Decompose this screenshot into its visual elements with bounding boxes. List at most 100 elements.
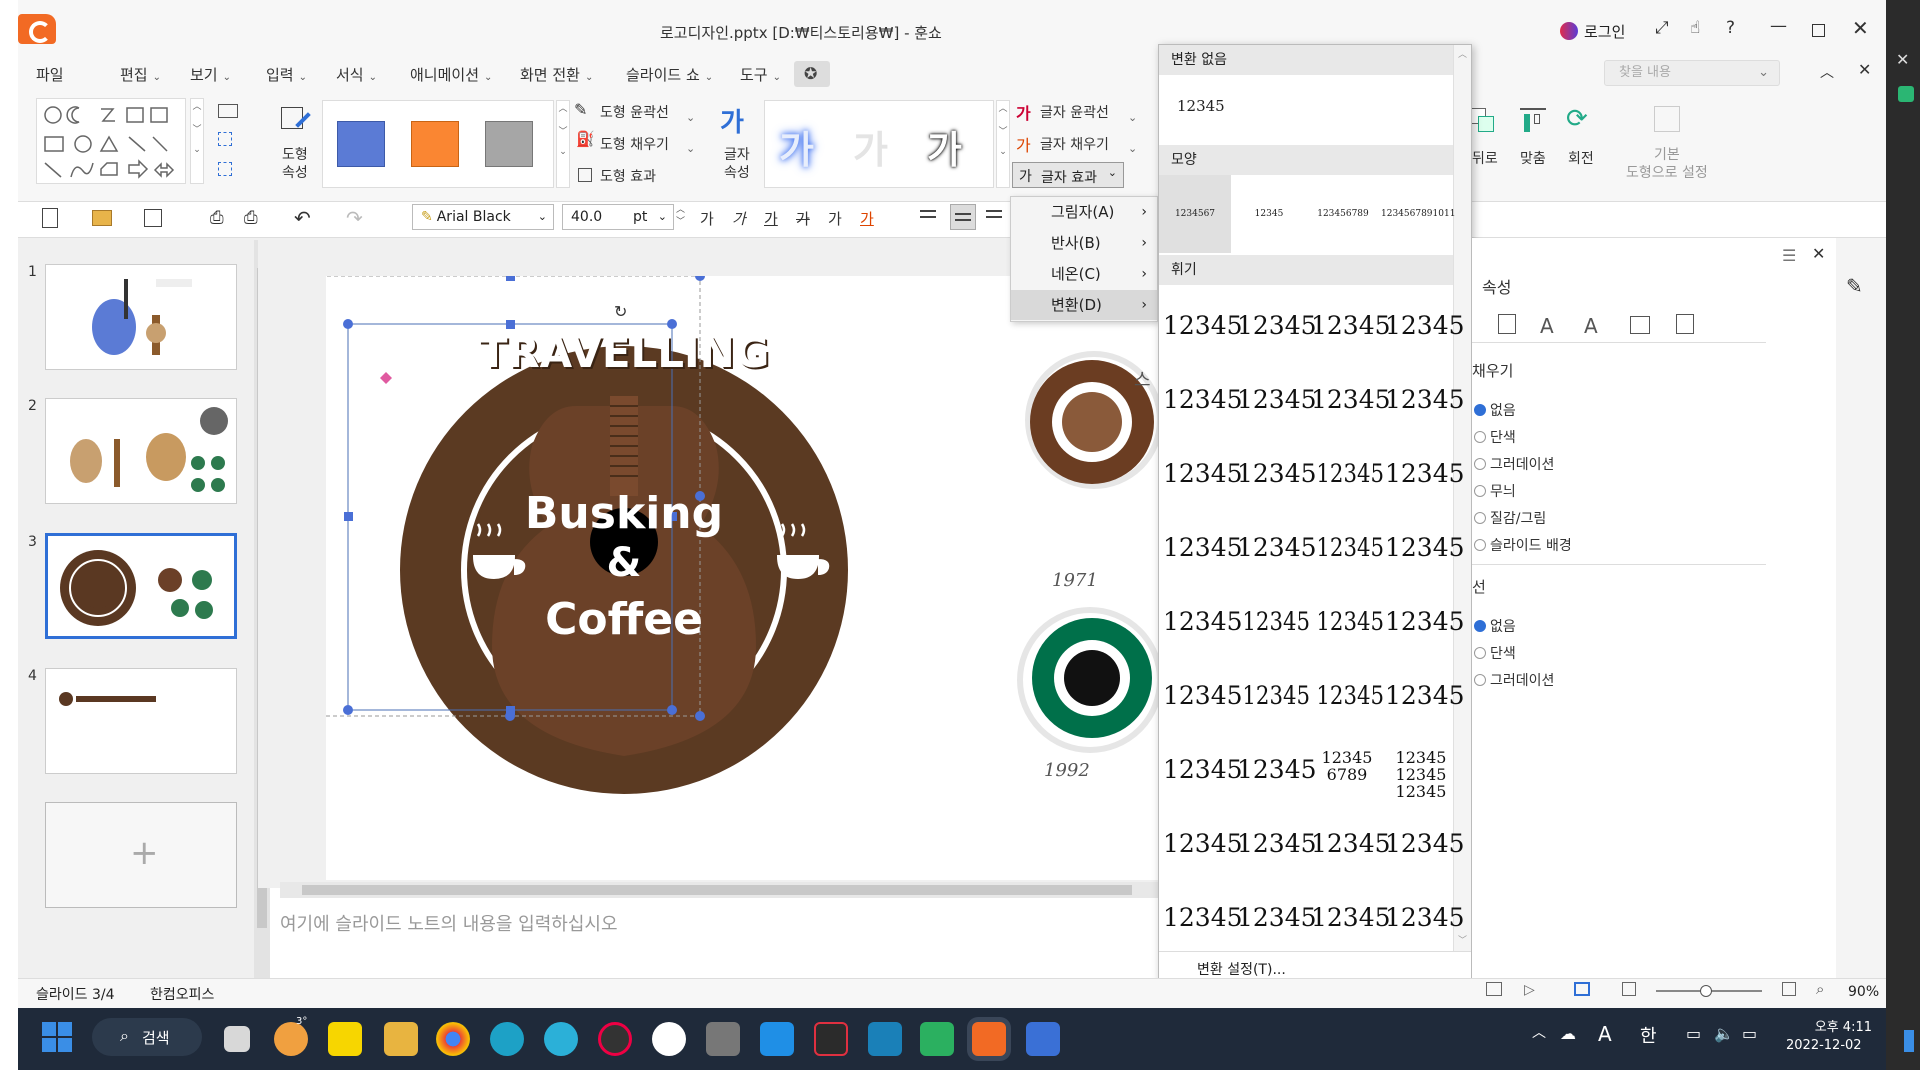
weather-icon[interactable]: 3° — [274, 1016, 308, 1056]
warp-transform-option[interactable]: 12345 — [1237, 883, 1317, 953]
text-tab-icon[interactable]: A — [1540, 314, 1554, 338]
tray-chevron-icon[interactable]: ︿ — [1532, 1022, 1546, 1042]
line-radio[interactable] — [1474, 674, 1486, 686]
warp-transform-option[interactable]: 12345 — [1385, 439, 1465, 509]
minimize-icon[interactable]: — — [1770, 16, 1787, 36]
notepad-icon[interactable] — [1026, 1022, 1060, 1056]
text-outline-button[interactable]: 글자 윤곽선 — [1040, 102, 1109, 122]
clock-time[interactable]: 오후 4:11 — [1800, 1016, 1872, 1035]
fullscreen-icon[interactable]: ⤢ — [1655, 18, 1669, 38]
align-right-icon[interactable] — [986, 208, 1008, 226]
shape-dd-arrows[interactable]: ⌄ ⌄ — [686, 102, 695, 164]
menu-6[interactable]: 화면 전환 ⌄ — [520, 64, 593, 85]
warp-transform-option[interactable]: 12345 — [1385, 587, 1465, 657]
shape-transform-option[interactable]: 123456789 — [1307, 175, 1379, 253]
menu-5[interactable]: 애니메이션 ⌄ — [410, 64, 492, 85]
fill-radio[interactable] — [1474, 431, 1486, 443]
login-button[interactable]: 로그인 — [1584, 21, 1625, 42]
shape-style-scroll[interactable]: ︿ ﹀ ⌄ — [556, 100, 570, 188]
fill-option-label[interactable]: 없음 — [1490, 400, 1516, 420]
warp-transform-option[interactable]: 12345 — [1385, 365, 1465, 435]
warp-transform-option[interactable]: 12345 — [1385, 661, 1465, 731]
shape-style-gallery[interactable] — [322, 100, 554, 188]
warp-transform-option[interactable]: 12345 — [1311, 291, 1391, 361]
logo-title-travelling[interactable]: TRAVELLING — [372, 328, 876, 377]
fill-option-label[interactable]: 질감/그림 — [1490, 508, 1546, 528]
wordart-gallery[interactable]: 가 가 가 — [764, 100, 994, 188]
fill-tab-icon[interactable] — [1498, 314, 1516, 334]
onedrive-icon[interactable]: ☁ — [1560, 1024, 1576, 1043]
close-doc-icon[interactable]: ✕ — [1858, 60, 1871, 79]
file-explorer-icon[interactable] — [384, 1022, 418, 1056]
warp-transform-option[interactable]: 12345 — [1316, 439, 1384, 509]
restore-icon[interactable] — [1812, 24, 1825, 37]
style-orange[interactable] — [411, 121, 459, 167]
warp-transform-option[interactable]: 12345 — [1237, 365, 1317, 435]
warp-transform-option[interactable]: 12345 — [1316, 587, 1384, 657]
wordart-scroll[interactable]: ︿ ﹀ ⌄ — [996, 100, 1010, 188]
warp-transform-option[interactable]: 12345 — [1316, 661, 1384, 731]
save-icon[interactable] — [144, 209, 162, 227]
normal-view-icon[interactable] — [1486, 982, 1502, 996]
no-transform-option[interactable]: 12345 — [1159, 75, 1453, 143]
default-shape-button[interactable]: 기본 도형으로 설정 — [1626, 146, 1708, 182]
font-tab-icon[interactable]: A — [1584, 314, 1598, 338]
fill-radio[interactable] — [1474, 512, 1486, 524]
menu-1[interactable]: 편집 ⌄ — [120, 64, 161, 85]
font-size-spinner[interactable]: ︿ ﹀ — [676, 204, 685, 228]
warp-transform-option[interactable]: 12345 — [1163, 809, 1243, 879]
logo-text-busking[interactable]: Busking — [372, 488, 876, 539]
align-left-icon[interactable] — [920, 208, 942, 226]
windows-start-icon[interactable] — [42, 1022, 72, 1052]
menu-reflection[interactable]: 반사(B) › — [1011, 228, 1157, 258]
menu-4[interactable]: 서식 ⌄ — [336, 64, 377, 85]
wordart-dark[interactable]: 가 — [927, 119, 962, 174]
unity-icon[interactable] — [706, 1022, 740, 1056]
hancom-writer-icon[interactable] — [868, 1022, 902, 1056]
hand-icon[interactable]: ☝ — [1690, 18, 1700, 38]
warp-transform-option[interactable]: 12345 — [1311, 809, 1391, 879]
text-dd-arrows[interactable]: ⌄ ⌄ — [1128, 102, 1137, 164]
warp-transform-option[interactable]: 12345 — [1163, 883, 1243, 953]
extra-tools-button[interactable]: ✪ — [794, 61, 830, 87]
undo-icon[interactable]: ↶ — [294, 206, 311, 230]
slideshow-view-icon[interactable]: ▷ — [1524, 982, 1535, 998]
menu-8[interactable]: 도구 ⌄ — [740, 64, 781, 85]
font-family-select[interactable]: ✎ Arial Black ⌄ — [412, 204, 554, 230]
kakaotalk-icon[interactable] — [328, 1022, 362, 1056]
edge-icon[interactable] — [490, 1022, 524, 1056]
warp-transform-option[interactable]: 12345 6789 — [1311, 735, 1383, 805]
warp-transform-option[interactable]: 12345 — [1237, 439, 1317, 509]
shadow-button[interactable]: 가 — [828, 208, 842, 229]
chrome-icon[interactable] — [436, 1022, 470, 1056]
arrange-tools[interactable] — [210, 98, 258, 184]
wordart-neon[interactable]: 가 — [779, 119, 814, 174]
bold-button[interactable]: 가 — [700, 208, 714, 229]
panel-menu-icon[interactable]: ☰ — [1782, 246, 1796, 265]
slide-thumbnail-4[interactable] — [45, 668, 237, 774]
panel-toggle-icon[interactable]: ✎ — [1846, 274, 1863, 298]
fill-radio[interactable] — [1474, 485, 1486, 497]
shape-props-icon[interactable] — [278, 104, 314, 140]
ime-indicator[interactable]: A — [1598, 1022, 1612, 1046]
taskbar-search[interactable]: ⌕ 검색 — [92, 1018, 202, 1056]
fill-option-label[interactable]: 슬라이드 배경 — [1490, 535, 1572, 555]
slide-thumbnail-1[interactable] — [45, 264, 237, 370]
swift-icon[interactable] — [544, 1022, 578, 1056]
shape-transform-option[interactable]: 12345 — [1233, 175, 1305, 253]
warp-transform-option[interactable]: 12345 — [1237, 809, 1317, 879]
underline-button[interactable]: 가 — [764, 208, 778, 229]
warp-transform-option[interactable]: 12345 — [1316, 513, 1384, 583]
add-slide-button[interactable]: + — [45, 802, 237, 908]
new-file-icon[interactable] — [42, 208, 58, 228]
help-icon[interactable]: ? — [1726, 18, 1735, 38]
image-tab-icon[interactable] — [1630, 316, 1650, 334]
line-radio[interactable] — [1474, 620, 1486, 632]
wordart-light[interactable]: 가 — [853, 119, 888, 174]
slide-thumbnail-3[interactable] — [45, 533, 237, 639]
warp-transform-option[interactable]: 12345 — [1163, 661, 1243, 731]
zoom-fit-icon[interactable] — [1622, 982, 1636, 996]
panel-close-icon[interactable]: ✕ — [1812, 244, 1825, 263]
shapes-scroll[interactable]: ︿ ﹀ ⌄ — [190, 98, 204, 184]
warp-transform-option[interactable]: 12345 — [1242, 587, 1310, 657]
